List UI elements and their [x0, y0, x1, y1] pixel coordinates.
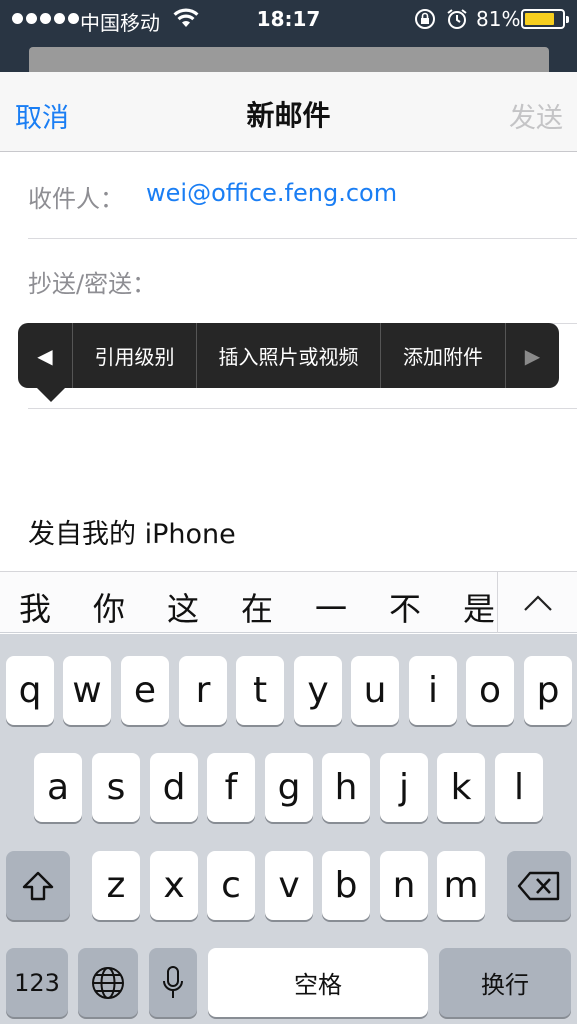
- candidate-word[interactable]: 一: [315, 584, 347, 630]
- key-x[interactable]: x: [150, 851, 198, 920]
- key-v[interactable]: v: [265, 851, 313, 920]
- candidate-word[interactable]: 这: [167, 584, 199, 630]
- key-e[interactable]: e: [121, 656, 169, 725]
- page-title: 新邮件: [246, 99, 331, 132]
- key-p[interactable]: p: [524, 656, 572, 725]
- return-key[interactable]: 换行: [439, 948, 571, 1017]
- key-o[interactable]: o: [466, 656, 514, 725]
- microphone-icon: [163, 965, 183, 998]
- key-l[interactable]: l: [495, 753, 543, 822]
- signature-text[interactable]: 发自我的 iPhone: [28, 512, 236, 551]
- menu-right-arrow[interactable]: ▶: [505, 323, 559, 388]
- shift-icon: [22, 871, 54, 900]
- candidate-word[interactable]: 是: [463, 584, 495, 630]
- menu-quote-level[interactable]: 引用级别: [72, 323, 196, 388]
- key-t[interactable]: t: [236, 656, 284, 725]
- chevron-up-icon: [523, 594, 552, 611]
- key-r[interactable]: r: [179, 656, 227, 725]
- compose-nav-bar: 取消 新邮件 发送: [0, 72, 577, 152]
- dictation-key[interactable]: [149, 948, 197, 1017]
- edit-menu: ◀ 引用级别 插入照片或视频 添加附件 ▶: [18, 323, 559, 402]
- menu-insert-photo-video[interactable]: 插入照片或视频: [196, 323, 380, 388]
- key-g[interactable]: g: [265, 753, 313, 822]
- orientation-lock-icon: [414, 8, 436, 34]
- key-s[interactable]: s: [92, 753, 140, 822]
- candidate-bar: 我 你 这 在 一 不 是: [0, 571, 577, 633]
- key-h[interactable]: h: [322, 753, 370, 822]
- key-b[interactable]: b: [322, 851, 370, 920]
- menu-add-attachment[interactable]: 添加附件: [380, 323, 505, 388]
- key-i[interactable]: i: [409, 656, 457, 725]
- key-m[interactable]: m: [437, 851, 485, 920]
- key-w[interactable]: w: [63, 656, 111, 725]
- cc-bcc-field[interactable]: 抄送/密送：: [28, 239, 577, 324]
- to-recipient[interactable]: wei@office.feng.com: [146, 179, 397, 207]
- shift-key[interactable]: [6, 851, 70, 920]
- key-k[interactable]: k: [437, 753, 485, 822]
- menu-left-arrow[interactable]: ◀: [18, 323, 72, 388]
- candidate-word[interactable]: 在: [241, 584, 273, 630]
- keyboard: q w e r t y u i o p a s d f g h j k l z …: [0, 634, 577, 1024]
- key-q[interactable]: q: [6, 656, 54, 725]
- globe-icon: [92, 966, 124, 999]
- cc-bcc-label: 抄送/密送：: [28, 270, 157, 298]
- key-j[interactable]: j: [380, 753, 428, 822]
- key-c[interactable]: c: [207, 851, 255, 920]
- key-n[interactable]: n: [380, 851, 428, 920]
- key-y[interactable]: y: [294, 656, 342, 725]
- key-u[interactable]: u: [351, 656, 399, 725]
- to-field[interactable]: 收件人： wei@office.feng.com: [28, 152, 577, 239]
- backspace-icon: [517, 871, 560, 900]
- key-f[interactable]: f: [207, 753, 255, 822]
- menu-pointer: [36, 387, 66, 402]
- send-button[interactable]: 发送: [509, 96, 563, 135]
- battery-percent: 81%: [476, 7, 521, 31]
- status-bar: 中国移动 18:17 81%: [0, 0, 577, 38]
- globe-key[interactable]: [78, 948, 138, 1017]
- key-d[interactable]: d: [150, 753, 198, 822]
- numbers-key[interactable]: 123: [6, 948, 68, 1017]
- expand-candidates-button[interactable]: [497, 572, 577, 633]
- alarm-icon: [446, 8, 468, 34]
- key-a[interactable]: a: [34, 753, 82, 822]
- background-card: [0, 38, 577, 72]
- to-label: 收件人：: [28, 185, 124, 213]
- space-key[interactable]: 空格: [208, 948, 428, 1017]
- battery-icon: [521, 9, 569, 29]
- candidate-word[interactable]: 我: [19, 584, 51, 630]
- candidate-word[interactable]: 不: [389, 584, 421, 630]
- delete-key[interactable]: [507, 851, 571, 920]
- key-z[interactable]: z: [92, 851, 140, 920]
- candidate-word[interactable]: 你: [93, 584, 125, 630]
